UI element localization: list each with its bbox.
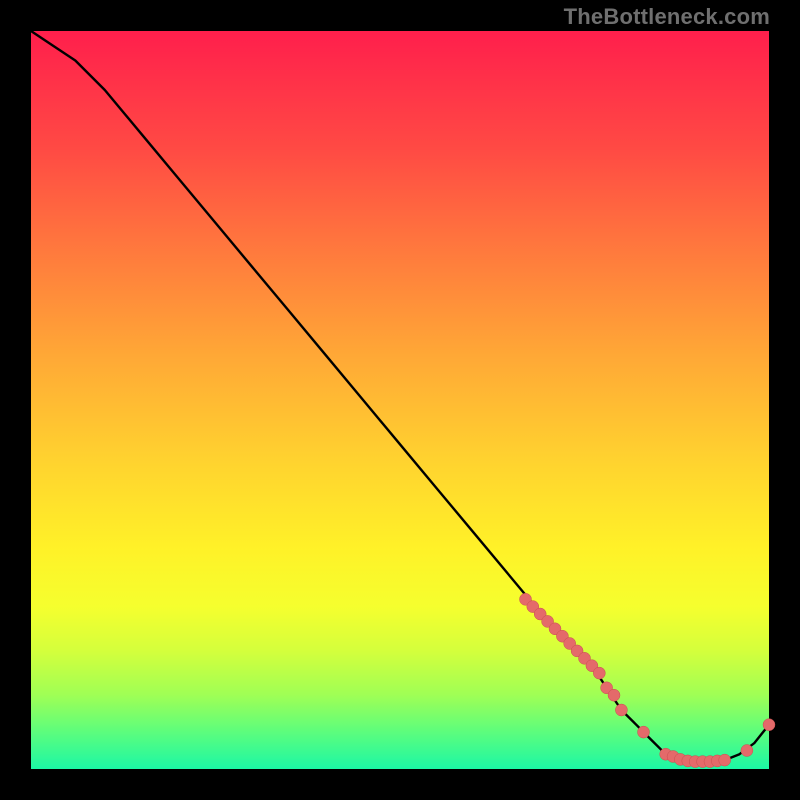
marker-point	[608, 689, 620, 701]
marker-point	[593, 667, 605, 679]
marker-point	[741, 745, 753, 757]
highlight-markers	[520, 593, 776, 767]
watermark-text: TheBottleneck.com	[564, 4, 770, 30]
plot-area	[31, 31, 769, 769]
chart-svg	[31, 31, 769, 769]
chart-stage: TheBottleneck.com	[0, 0, 800, 800]
marker-point	[638, 726, 650, 738]
bottleneck-curve	[31, 31, 769, 762]
marker-point	[763, 719, 775, 731]
marker-point	[719, 754, 731, 766]
marker-point	[615, 704, 627, 716]
